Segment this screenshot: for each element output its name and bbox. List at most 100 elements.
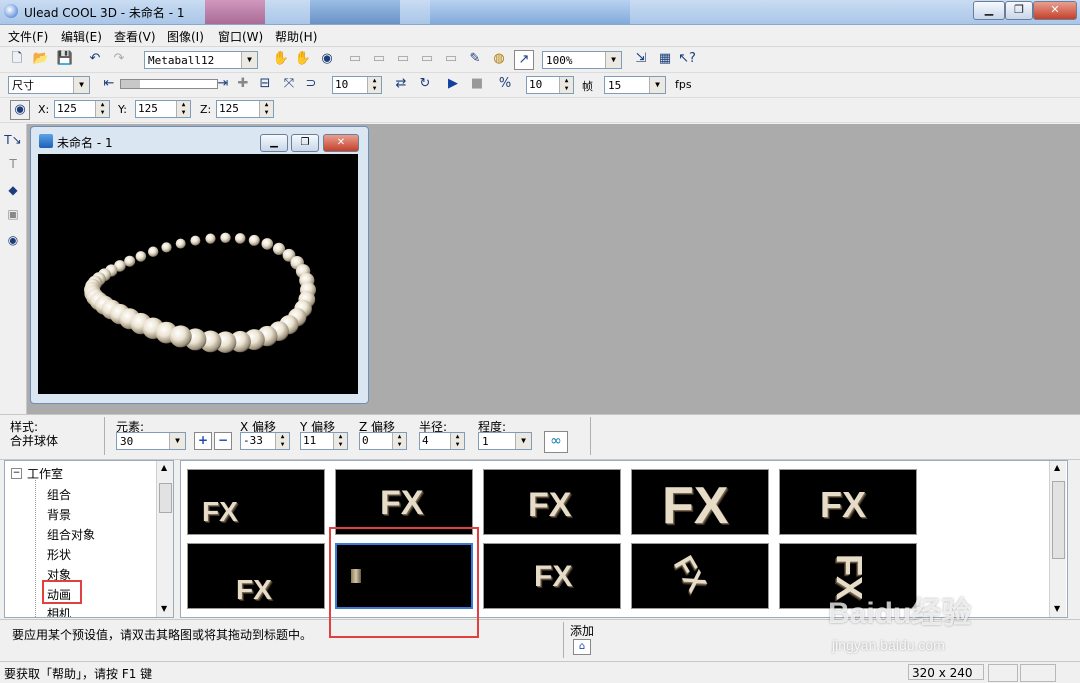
doc-minimize-button[interactable]: ▁ — [260, 134, 288, 152]
scroll-thumb[interactable] — [1052, 481, 1065, 559]
tree-root[interactable]: 工作室 — [27, 465, 63, 482]
elements-combo[interactable]: 30 ▼ — [116, 432, 186, 450]
export-icon[interactable]: ⇲ — [632, 50, 650, 68]
thumb-3[interactable]: FX — [483, 469, 621, 535]
scroll-down-icon[interactable]: ▼ — [161, 604, 167, 613]
layer-icon-5[interactable]: ▭ — [442, 50, 460, 68]
rotate-hand-icon[interactable]: ✋ — [294, 50, 312, 68]
thumb-8[interactable]: FX — [483, 543, 621, 609]
spin-arrows-icon[interactable]: ▲ ▼ — [275, 433, 289, 449]
add-preset-icon[interactable]: ⌂ — [573, 639, 591, 655]
thumb-2[interactable]: FX — [335, 469, 473, 535]
save-icon[interactable]: 💾 — [56, 50, 74, 68]
fit-view-icon[interactable]: ◉ — [318, 50, 336, 68]
redo-icon[interactable]: ↷ — [110, 50, 128, 68]
layer-icon-4[interactable]: ▭ — [418, 50, 436, 68]
chevron-down-icon[interactable]: ▼ — [649, 77, 665, 93]
play-icon[interactable]: ▶ — [444, 75, 462, 93]
tree-item-combine[interactable]: 组合 — [47, 486, 71, 503]
y-spinner[interactable]: 125 ▲ ▼ — [135, 100, 191, 118]
gallery-icon[interactable]: ▦ — [656, 50, 674, 68]
open-folder-icon[interactable]: 📂 — [32, 50, 50, 68]
zoom-combo[interactable]: 100% ▼ — [542, 51, 622, 69]
spin-arrows-icon[interactable]: ▲ ▼ — [95, 101, 109, 117]
spin-arrows-icon[interactable]: ▲ ▼ — [367, 77, 381, 93]
minimize-button[interactable]: ▁ — [973, 1, 1005, 20]
position-icon[interactable]: ◉ — [10, 100, 30, 120]
new-file-icon[interactable]: 🗋 — [8, 50, 26, 68]
scroll-thumb[interactable] — [159, 483, 172, 513]
first-frame-icon[interactable]: ⇤ — [100, 75, 118, 93]
edit-text-icon[interactable]: T — [3, 154, 23, 174]
last-frame-icon[interactable]: ⇥ — [214, 75, 232, 93]
thumb-9[interactable]: FX — [631, 543, 769, 609]
menu-help[interactable]: 帮助(H) — [275, 28, 317, 45]
menu-view[interactable]: 查看(V) — [114, 28, 156, 45]
thumbs-scrollbar[interactable]: ▲ ▼ — [1049, 461, 1066, 617]
menu-window[interactable]: 窗口(W) — [218, 28, 263, 45]
x-offset-spinner[interactable]: -33 ▲ ▼ — [240, 432, 290, 450]
layer-icon-3[interactable]: ▭ — [394, 50, 412, 68]
thumb-6[interactable]: FX — [187, 543, 325, 609]
metaball-link-icon[interactable]: ∞ — [544, 431, 568, 453]
chart-icon[interactable]: ↗ — [514, 50, 534, 70]
repeat-icon[interactable]: ↻ — [416, 75, 434, 93]
layer-icon-2[interactable]: ▭ — [370, 50, 388, 68]
undo-icon[interactable]: ↶ — [86, 50, 104, 68]
insert-text-icon[interactable]: T↘ — [3, 130, 23, 150]
z-offset-spinner[interactable]: 0 ▲ ▼ — [359, 432, 407, 450]
edit-geometry-icon[interactable]: ▣ — [3, 204, 23, 224]
add-element-button[interactable]: + — [194, 432, 212, 450]
spin-arrows-icon[interactable]: ▲ ▼ — [176, 101, 190, 117]
stop-icon[interactable]: ■ — [468, 75, 486, 93]
menu-image[interactable]: 图像(I) — [167, 28, 204, 45]
thumb-1[interactable]: FX — [187, 469, 325, 535]
reverse-icon[interactable]: ⊃ — [302, 75, 320, 93]
object-combo[interactable]: Metaball12 ▼ — [144, 51, 258, 69]
collapse-icon[interactable]: − — [11, 468, 22, 479]
3d-canvas[interactable] — [38, 154, 358, 394]
hand-icon[interactable]: ✋ — [272, 50, 290, 68]
spin-arrows-icon[interactable]: ▲ ▼ — [559, 77, 573, 93]
x-spinner[interactable]: 125 ▲ ▼ — [54, 100, 110, 118]
light-icon[interactable]: ✎ — [466, 50, 484, 68]
swap-icon[interactable]: ⤧ — [280, 75, 298, 93]
close-button[interactable]: ✕ — [1033, 1, 1077, 20]
spin-arrows-icon[interactable]: ▲ ▼ — [259, 101, 273, 117]
tree-item-composite-object[interactable]: 组合对象 — [47, 526, 95, 543]
scroll-up-icon[interactable]: ▲ — [161, 463, 167, 472]
tree-item-background[interactable]: 背景 — [47, 506, 71, 523]
add-keyframe-icon[interactable]: ✚ — [234, 75, 252, 93]
remove-element-button[interactable]: − — [214, 432, 232, 450]
chevron-down-icon[interactable]: ▼ — [241, 52, 257, 68]
doc-maximize-button[interactable]: ❐ — [291, 134, 319, 152]
menu-edit[interactable]: 编辑(E) — [61, 28, 102, 45]
chevron-down-icon[interactable]: ▼ — [169, 433, 185, 449]
scroll-down-icon[interactable]: ▼ — [1054, 604, 1060, 613]
menu-file[interactable]: 文件(F) — [8, 28, 48, 45]
chevron-down-icon[interactable]: ▼ — [515, 433, 531, 449]
spin-arrows-icon[interactable]: ▲ ▼ — [392, 433, 406, 449]
insert-geometry-icon[interactable]: ◆ — [3, 180, 23, 200]
spin-arrows-icon[interactable]: ▲ ▼ — [333, 433, 347, 449]
thumb-5[interactable]: FX — [779, 469, 917, 535]
thumb-4[interactable]: FX — [631, 469, 769, 535]
help-pointer-icon[interactable]: ↖? — [678, 50, 696, 68]
chevron-down-icon[interactable]: ▼ — [605, 52, 621, 68]
layer-icon-1[interactable]: ▭ — [346, 50, 364, 68]
doc-close-button[interactable]: ✕ — [323, 134, 359, 152]
percent-icon[interactable]: % — [496, 75, 514, 93]
frames-combo[interactable]: 15 ▼ — [604, 76, 666, 94]
object-icon[interactable]: ◉ — [3, 230, 23, 250]
timeline-slider[interactable] — [120, 79, 218, 89]
loop-icon[interactable]: ⇄ — [392, 75, 410, 93]
y-offset-spinner[interactable]: 11 ▲ ▼ — [300, 432, 348, 450]
radius-spinner[interactable]: 4 ▲ ▼ — [419, 432, 465, 450]
tree-scrollbar[interactable]: ▲ ▼ — [156, 461, 173, 617]
value-b-spinner[interactable]: 10 ▲ ▼ — [526, 76, 574, 94]
value-a-spinner[interactable]: 10 ▲ ▼ — [332, 76, 382, 94]
degree-combo[interactable]: 1 ▼ — [478, 432, 532, 450]
maximize-button[interactable]: ❐ — [1005, 1, 1033, 20]
mode-combo[interactable]: 尺寸 ▼ — [8, 76, 90, 94]
tree-item-camera[interactable]: 相机 — [47, 605, 71, 617]
